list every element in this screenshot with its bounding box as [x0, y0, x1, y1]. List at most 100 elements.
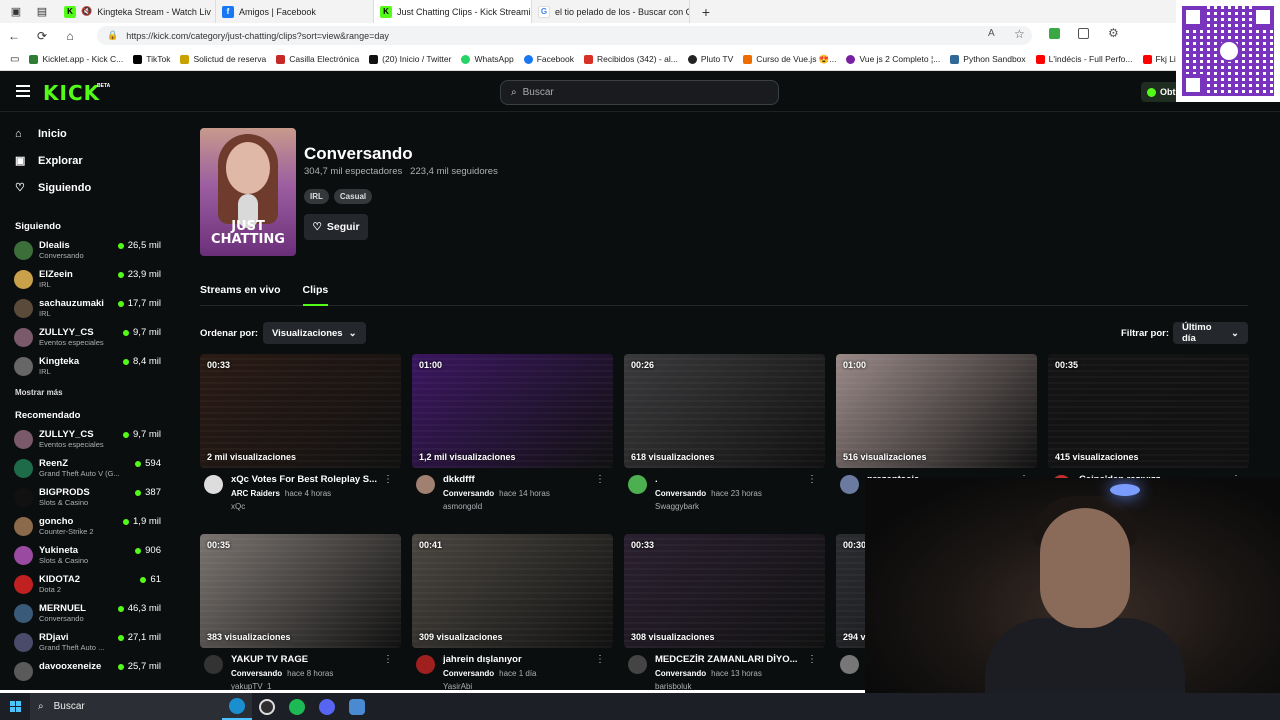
- sidebar-channel[interactable]: KIDOTA2 Dota 2 61: [0, 571, 168, 600]
- sidebar-channel[interactable]: ReenZ Grand Theft Auto V (G... 594: [0, 455, 168, 484]
- clip-title[interactable]: xQc Votes For Best Roleplay S...: [231, 474, 381, 485]
- get-app-button[interactable]: Obt: [1141, 82, 1181, 102]
- tab-clips[interactable]: Clips: [302, 282, 329, 306]
- bookmark-item[interactable]: Curso de Vue.js 😍...: [743, 54, 836, 65]
- clip-author[interactable]: asmongold: [443, 502, 482, 511]
- browser-tab[interactable]: K 🔇 Kingteka Stream - Watch Liv: [58, 0, 216, 23]
- browser-tab[interactable]: G el tio pelado de los - Buscar con G ✕: [532, 0, 690, 23]
- sidebar-channel[interactable]: ZULLYY_CS Eventos especiales 9,7 mil: [0, 324, 168, 353]
- url-field[interactable]: 🔒 https://kick.com/category/just-chattin…: [97, 26, 1032, 45]
- sidebar-channel[interactable]: sachauzumaki IRL 17,7 mil: [0, 295, 168, 324]
- avatar[interactable]: [628, 475, 647, 494]
- workspaces-icon[interactable]: ▣: [6, 0, 26, 23]
- sidebar-channel[interactable]: ZULLYY_CS Eventos especiales 9,7 mil: [0, 426, 168, 455]
- browser-tab-active[interactable]: K Just Chatting Clips - Kick Streamin ✕: [374, 0, 532, 23]
- nav-home[interactable]: ⌂ Inicio: [0, 120, 168, 147]
- bookmark-item[interactable]: Vue js 2 Completo ¦...: [846, 54, 940, 64]
- taskbar-search[interactable]: ⌕ Buscar: [30, 693, 222, 720]
- show-more-link[interactable]: Mostrar más: [0, 388, 168, 397]
- filter-select[interactable]: Último día ⌄: [1173, 322, 1248, 344]
- bookmark-item[interactable]: Recibidos (342) - al...: [584, 54, 678, 64]
- split-screen-icon[interactable]: [1078, 28, 1089, 39]
- clip-title[interactable]: dkkdfff: [443, 474, 593, 485]
- avatar[interactable]: [416, 655, 435, 674]
- sidebar-channel[interactable]: RDjavi Grand Theft Auto ... 27,1 mil: [0, 629, 168, 658]
- bookmark-item[interactable]: L'indécis - Full Perfo...: [1035, 54, 1133, 64]
- sidebar-channel[interactable]: BIGPRODS Slots & Casino 387: [0, 484, 168, 513]
- bookmark-item[interactable]: TikTok: [133, 54, 170, 64]
- sidebar-channel[interactable]: Kingteka IRL 8,4 mil: [0, 353, 168, 382]
- bookmark-item[interactable]: Kicklet.app - Kick C...: [29, 54, 123, 64]
- kick-logo[interactable]: KICK: [43, 81, 100, 105]
- bookmark-item[interactable]: Facebook: [523, 54, 574, 64]
- clip-card[interactable]: 00:33 308 visualizaciones MEDCEZİR ZAMANLA…: [624, 534, 825, 698]
- spotify-taskbar-icon[interactable]: [282, 693, 312, 720]
- more-options-icon[interactable]: ⋮: [383, 654, 393, 665]
- avatar[interactable]: [204, 655, 223, 674]
- reload-icon[interactable]: ⟳: [28, 29, 56, 43]
- clip-thumbnail[interactable]: 00:41 309 visualizaciones: [412, 534, 613, 648]
- avatar[interactable]: [840, 475, 859, 494]
- more-options-icon[interactable]: ⋮: [807, 654, 817, 665]
- clip-card[interactable]: 01:00 1,2 mil visualizaciones dkkdfff Conve…: [412, 354, 613, 518]
- clip-title[interactable]: YAKUP TV RAGE: [231, 654, 381, 665]
- bookmark-item[interactable]: Casilla Electrónica: [276, 54, 359, 64]
- tag-irl[interactable]: IRL: [304, 189, 329, 204]
- clip-thumbnail[interactable]: 00:33 2 mil visualizaciones: [200, 354, 401, 468]
- obs-taskbar-icon[interactable]: [252, 693, 282, 720]
- avatar[interactable]: [628, 655, 647, 674]
- sidebar-channel[interactable]: goncho Counter-Strike 2 1,9 mil: [0, 513, 168, 542]
- clip-card[interactable]: 00:35 383 visualizaciones YAKUP TV RAGE Con…: [200, 534, 401, 698]
- tab-actions-icon[interactable]: ▤: [32, 0, 52, 23]
- avatar[interactable]: [204, 475, 223, 494]
- sidebar-channel[interactable]: davooxeneize 25,7 mil: [0, 658, 168, 687]
- bookmark-item[interactable]: (20) Inicio / Twitter: [369, 54, 451, 64]
- more-options-icon[interactable]: ⋮: [595, 474, 605, 485]
- clip-author[interactable]: xQc: [231, 502, 245, 511]
- more-options-icon[interactable]: ⋮: [807, 474, 817, 485]
- sidebar-channel[interactable]: Dlealis Conversando 26,5 mil: [0, 237, 168, 266]
- bookmark-item[interactable]: Python Sandbox: [950, 54, 1026, 64]
- search-input[interactable]: ⌕ Buscar: [500, 80, 779, 105]
- clip-title[interactable]: .: [655, 474, 805, 485]
- home-icon[interactable]: ⌂: [56, 29, 84, 43]
- mute-icon[interactable]: 🔇: [81, 6, 92, 17]
- category-image[interactable]: JUST CHATTING: [200, 128, 296, 256]
- back-icon[interactable]: ←: [0, 29, 28, 43]
- follow-button[interactable]: ♡ Seguir: [304, 214, 368, 240]
- clip-card[interactable]: 00:26 618 visualizaciones. Conversando hace…: [624, 354, 825, 518]
- bookmark-item[interactable]: Pluto TV: [687, 54, 733, 64]
- new-tab-button[interactable]: +: [696, 0, 716, 23]
- extensions-icon[interactable]: ⚙: [1108, 26, 1119, 40]
- clip-author[interactable]: Swaggybark: [655, 502, 699, 511]
- sidebar-channel[interactable]: MERNUEL Conversando 46,3 mil: [0, 600, 168, 629]
- bookmarks-menu-icon[interactable]: ▭: [10, 54, 19, 65]
- tab-live-streams[interactable]: Streams en vivo: [200, 282, 281, 306]
- menu-icon[interactable]: [16, 85, 30, 97]
- calculator-taskbar-icon[interactable]: [342, 693, 372, 720]
- favorite-star-icon[interactable]: ☆: [1014, 27, 1025, 41]
- clip-thumbnail[interactable]: 01:00 1,2 mil visualizaciones: [412, 354, 613, 468]
- avatar[interactable]: [416, 475, 435, 494]
- read-aloud-icon[interactable]: A: [988, 28, 995, 39]
- clip-thumbnail[interactable]: 00:35 383 visualizaciones: [200, 534, 401, 648]
- more-options-icon[interactable]: ⋮: [383, 474, 393, 485]
- browser-tab[interactable]: f Amigos | Facebook: [216, 0, 374, 23]
- nav-explore[interactable]: ▣ Explorar: [0, 147, 168, 174]
- edge-taskbar-icon[interactable]: [222, 693, 252, 720]
- sidebar-channel[interactable]: ElZeein IRL 23,9 mil: [0, 266, 168, 295]
- clip-thumbnail[interactable]: 00:33 308 visualizaciones: [624, 534, 825, 648]
- more-options-icon[interactable]: ⋮: [595, 654, 605, 665]
- clip-title[interactable]: MEDCEZİR ZAMANLARI DİYO...: [655, 654, 805, 665]
- tag-casual[interactable]: Casual: [333, 189, 373, 204]
- sidebar-channel[interactable]: Yukineta Slots & Casino 906: [0, 542, 168, 571]
- clip-thumbnail[interactable]: 00:35 415 visualizaciones: [1048, 354, 1249, 468]
- avatar[interactable]: [840, 655, 859, 674]
- sort-select[interactable]: Visualizaciones ⌄: [263, 322, 366, 344]
- bookmark-item[interactable]: WhatsApp: [461, 54, 514, 64]
- extension-icon[interactable]: [1049, 28, 1060, 39]
- start-button[interactable]: [0, 701, 30, 712]
- clip-thumbnail[interactable]: 01:00 516 visualizaciones: [836, 354, 1037, 468]
- bookmark-item[interactable]: Solictud de reserva: [180, 54, 266, 64]
- nav-following[interactable]: ♡ Siguiendo: [0, 174, 168, 201]
